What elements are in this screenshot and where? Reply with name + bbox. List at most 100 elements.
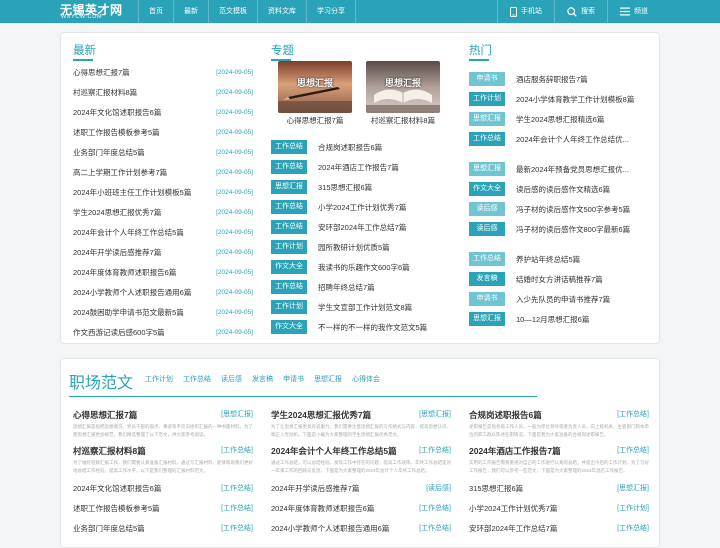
category-badge[interactable]: 思想汇报 bbox=[469, 162, 505, 176]
list-item[interactable]: 2024小学教师个人述职报告通用6篇 [工作总结] bbox=[271, 519, 451, 539]
list-item[interactable]: 述职工作报告模板参考5篇 [工作总结] bbox=[73, 499, 253, 519]
nav-study[interactable]: 学习分享 bbox=[307, 0, 356, 23]
list-item[interactable]: 2024年文化馆述职报告6篇 [工作总结] bbox=[73, 479, 253, 499]
category-badge[interactable]: 作文大全 bbox=[271, 320, 307, 334]
list-item: 思想汇报 最新2024年预备党员思想汇报优... bbox=[469, 159, 651, 179]
hot-list: 申请书 酒店服务辞职报告7篇 工作计划 2024小学体育教学工作计划模板8篇 思想汇… bbox=[469, 69, 651, 329]
career-nav-item[interactable]: 发言稿 bbox=[252, 374, 273, 384]
list-item: 工作计划 2024小学体育教学工作计划模板8篇 bbox=[469, 89, 651, 109]
category-badge[interactable]: 工作总结 bbox=[271, 140, 307, 154]
category-badge[interactable]: 工作总结 bbox=[271, 160, 307, 174]
category-badge[interactable]: 工作总结 bbox=[271, 200, 307, 214]
category-badge[interactable]: 工作计划 bbox=[271, 240, 307, 254]
featured-article[interactable]: 合规岗述职报告6篇 [工作总结] bbox=[469, 407, 649, 423]
top-header: 无锡英才网 WXYCW.COM 首页 最新 范文模板 资料文库 学习分享 手机站… bbox=[0, 0, 720, 23]
article-summary: 实用的工作报告需要重视对自己的工作进行认真的总结，并提出今后的工作计划，为了写好… bbox=[469, 460, 649, 473]
career-divider bbox=[69, 396, 537, 397]
featured-article[interactable]: 2024年酒店工作报告7篇 [工作总结] bbox=[469, 443, 649, 459]
category-badge[interactable]: 申请书 bbox=[469, 72, 505, 86]
category-badge[interactable]: 申请书 bbox=[469, 292, 505, 306]
career-nav-item[interactable]: 工作计划 bbox=[145, 374, 173, 384]
category-badge[interactable]: 思想汇报 bbox=[271, 180, 307, 194]
list-item[interactable]: 2024年开学读后感推荐7篇 [读后感] bbox=[271, 479, 451, 499]
topic-thumb-2-caption[interactable]: 村巡察汇报材料8篇 bbox=[358, 115, 448, 126]
category-badge[interactable]: 作文大全 bbox=[271, 260, 307, 274]
career-nav-item[interactable]: 思想汇报 bbox=[314, 374, 342, 384]
list-item[interactable]: 述职工作报告模板参考5篇 [2024-09-05] bbox=[73, 123, 253, 143]
home-panel: 最新 心得思想汇报7篇 [2024-09-05] 村巡察汇报材料8篇 [2024-0… bbox=[60, 32, 660, 344]
category-badge[interactable]: 工作计划 bbox=[469, 92, 505, 106]
category-badge[interactable]: 发言稿 bbox=[469, 272, 505, 286]
article-summary: 为了让思想汇报更具有说服力，我们需要注意思想汇报的写作格式与内容，提高思想认识、… bbox=[271, 424, 451, 437]
category-badge[interactable]: 思想汇报 bbox=[469, 312, 505, 326]
topic-thumb-1[interactable]: 思想汇报 bbox=[278, 61, 352, 113]
career-nav-item[interactable]: 心得体会 bbox=[352, 374, 380, 384]
career-nav-item[interactable]: 工作总结 bbox=[183, 374, 211, 384]
list-item[interactable]: 2024年度体育教师述职报告6篇 [工作总结] bbox=[271, 499, 451, 519]
topic-list: 工作总结 合规岗述职报告6篇 工作总结 2024年酒店工作报告7篇 思想汇报 315思… bbox=[271, 137, 451, 337]
category-badge[interactable]: 工作计划 bbox=[271, 300, 307, 314]
list-item[interactable]: 业务部门年度总结5篇 [2024-09-05] bbox=[73, 143, 253, 163]
list-item: 工作计划 学生文宣部工作计划范文8篇 bbox=[271, 297, 451, 317]
topic-thumb-1-caption[interactable]: 心得思想汇报7篇 bbox=[270, 115, 360, 126]
list-item: 工作计划 园所教研计划优质5篇 bbox=[271, 237, 451, 257]
list-item: 作文大全 不一样的不一样的我作文范文5篇 bbox=[271, 317, 451, 337]
article-summary: 述职报告是指各级工作人员，一般为单位领导或者负责人员，向上级机关、主管部门和本单… bbox=[469, 424, 649, 437]
career-nav-item[interactable]: 读后感 bbox=[221, 374, 242, 384]
list-item: 读后感 冯子材的读后感作文800字最新6篇 bbox=[469, 219, 651, 239]
list-item[interactable]: 业务部门年度总结5篇 [工作总结] bbox=[73, 519, 253, 539]
list-item[interactable]: 心得思想汇报7篇 [2024-09-05] bbox=[73, 63, 253, 83]
list-item[interactable]: 作文西游记读后感600字5篇 [2024-09-05] bbox=[73, 323, 253, 343]
featured-article[interactable]: 学生2024思想汇报优秀7篇 [思想汇报] bbox=[271, 407, 451, 423]
thumb-overlay-text: 思想汇报 bbox=[296, 78, 333, 88]
list-item: 工作总结 2024年会计个人年终工作总结优... bbox=[469, 129, 651, 149]
list-item[interactable]: 2024年小班班主任工作计划模板5篇 [2024-09-05] bbox=[73, 183, 253, 203]
list-item[interactable]: 2024小学教师个人述职报告通用6篇 [2024-09-05] bbox=[73, 283, 253, 303]
category-badge[interactable]: 工作总结 bbox=[469, 132, 505, 146]
career-title: 职场范文 bbox=[69, 373, 134, 392]
channel-menu-button[interactable]: 频道 bbox=[607, 0, 660, 23]
list-item[interactable]: 2024年文化馆述职报告6篇 [2024-09-05] bbox=[73, 103, 253, 123]
thumb-overlay-text: 思想汇报 bbox=[384, 78, 421, 88]
list-item[interactable]: 2024年会计个人年终工作总结5篇 [2024-09-05] bbox=[73, 223, 253, 243]
article-summary: 思想汇报是指把思想情况、党员干部的观点、事迹等不仅向组织汇报的一种书面材料。为了… bbox=[73, 424, 253, 437]
list-item: 思想汇报 学生2024思想汇报精选6篇 bbox=[469, 109, 651, 129]
nav-templates[interactable]: 范文模板 bbox=[209, 0, 258, 23]
topic-title: 专题 bbox=[271, 42, 294, 61]
nav-home[interactable]: 首页 bbox=[138, 0, 174, 23]
list-item[interactable]: 高二上学期工作计划参考7篇 [2024-09-05] bbox=[73, 163, 253, 183]
career-panel: 职场范文 工作计划 工作总结 读后感 发言稿 申请书 思想汇报 心得体会 心得思… bbox=[60, 358, 660, 548]
nav-latest[interactable]: 最新 bbox=[174, 0, 209, 23]
list-item[interactable]: 2024年度体育教师述职报告6篇 [2024-09-05] bbox=[73, 263, 253, 283]
search-button[interactable]: 搜索 bbox=[554, 0, 607, 23]
site-logo[interactable]: 无锡英才网 WXYCW.COM bbox=[60, 1, 126, 21]
list-item[interactable]: 学生2024思想汇报优秀7篇 [2024-09-05] bbox=[73, 203, 253, 223]
featured-article[interactable]: 2024年会计个人年终工作总结5篇 [工作总结] bbox=[271, 443, 451, 459]
phone-icon bbox=[510, 6, 517, 17]
topic-thumb-2[interactable]: 思想汇报 bbox=[366, 61, 440, 113]
list-item: 发言稿 结婚时女方讲话稿推荐7篇 bbox=[469, 269, 651, 289]
featured-article[interactable]: 心得思想汇报7篇 [思想汇报] bbox=[73, 407, 253, 423]
mobile-site-link[interactable]: 手机站 bbox=[497, 0, 554, 23]
career-nav-item[interactable]: 申请书 bbox=[283, 374, 304, 384]
list-item[interactable]: 315思想汇报6篇 [思想汇报] bbox=[469, 479, 649, 499]
category-badge[interactable]: 思想汇报 bbox=[469, 112, 505, 126]
list-item[interactable]: 村巡察汇报材料8篇 [2024-09-05] bbox=[73, 83, 253, 103]
list-item[interactable]: 安环部2024年工作总结7篇 [工作总结] bbox=[469, 519, 649, 539]
list-item[interactable]: 2024年开学读后感推荐7篇 [2024-09-05] bbox=[73, 243, 253, 263]
category-badge[interactable]: 工作总结 bbox=[271, 280, 307, 294]
list-item[interactable]: 2024鼓困助学申请书范文最新5篇 [2024-09-05] bbox=[73, 303, 253, 323]
list-item: 工作总结 招聘年终总结7篇 bbox=[271, 277, 451, 297]
category-badge[interactable]: 读后感 bbox=[469, 202, 505, 216]
category-badge[interactable]: 工作总结 bbox=[271, 220, 307, 234]
category-badge[interactable]: 作文大全 bbox=[469, 182, 505, 196]
article-summary: 为了做好巡察汇报工作，我们需要认真准备汇报材料，通过写汇报材料，能够帮助我们更好… bbox=[73, 460, 253, 473]
list-item: 工作总结 安环部2024年工作总结7篇 bbox=[271, 217, 451, 237]
category-badge[interactable]: 工作总结 bbox=[469, 252, 505, 266]
list-item: 申请书 入少先队员的申请书推荐7篇 bbox=[469, 289, 651, 309]
category-badge[interactable]: 读后感 bbox=[469, 222, 505, 236]
featured-article[interactable]: 村巡察汇报材料8篇 [工作总结] bbox=[73, 443, 253, 459]
nav-library[interactable]: 资料文库 bbox=[258, 0, 307, 23]
career-column-2: 学生2024思想汇报优秀7篇 [思想汇报] 为了让思想汇报更具有说服力，我们需要注… bbox=[271, 407, 451, 539]
list-item[interactable]: 小学2024工作计划优秀7篇 [工作计划] bbox=[469, 499, 649, 519]
